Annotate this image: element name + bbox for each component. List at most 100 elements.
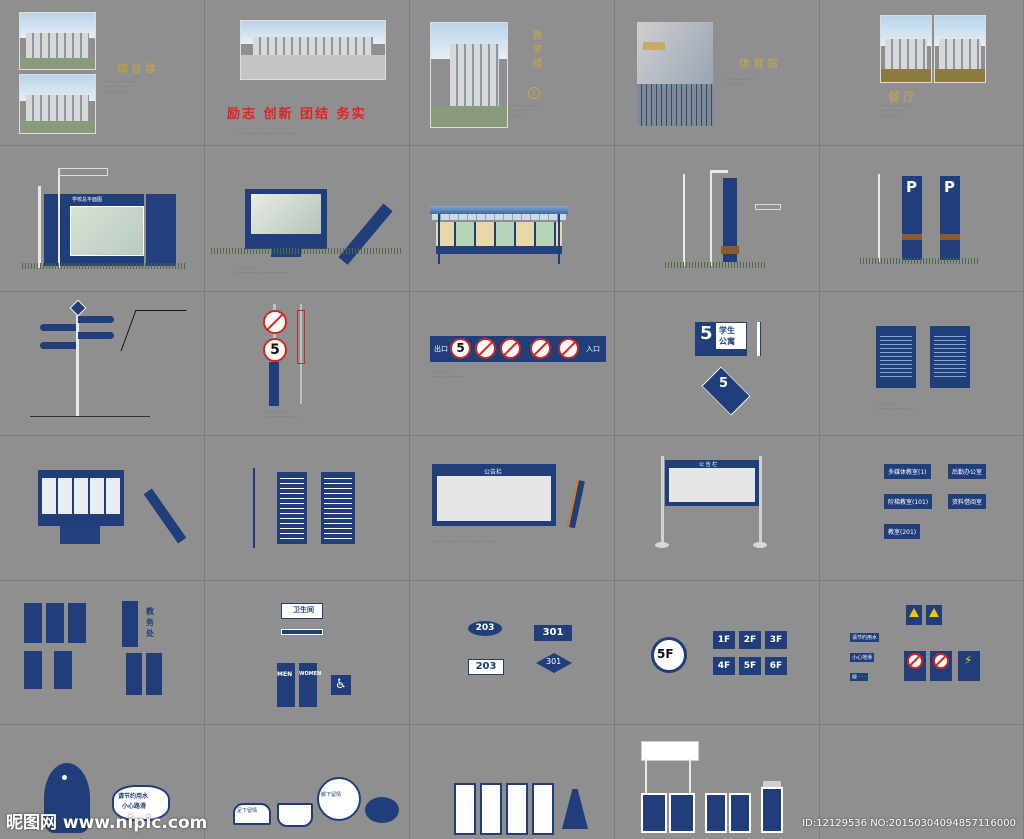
bulletin-post-right bbox=[759, 456, 762, 546]
standing-bulletin-inner bbox=[669, 468, 755, 502]
sign-pole bbox=[38, 186, 41, 268]
photo-complex-building-2 bbox=[19, 74, 96, 134]
photo-slogan-wall bbox=[240, 20, 386, 80]
photo-gymnasium bbox=[637, 22, 713, 126]
door-plate-multimedia: 多媒体教室(1) bbox=[884, 464, 931, 479]
a-frame-sign-1 bbox=[454, 783, 476, 835]
hanging-plate-4 bbox=[24, 651, 42, 689]
campus-map-image bbox=[70, 206, 144, 256]
bulletin-post-left bbox=[661, 456, 664, 546]
dept-char-2: 务 bbox=[146, 618, 154, 627]
bin-sign-plate bbox=[641, 741, 699, 761]
kiosk-side-view bbox=[338, 203, 393, 265]
slogan-text: 励志 创新 团结 务实 bbox=[227, 107, 367, 122]
kiosk-map bbox=[251, 194, 321, 234]
room-number-oval-203: 203 bbox=[468, 621, 502, 636]
dorm-diamond-sign bbox=[701, 366, 751, 416]
panel-gymnasium: 体育馆 · · · · · · · · · · · · · · · · · · ·… bbox=[615, 0, 820, 146]
spec-text: · · · · · · · · · · · · · · · · · · · · ·… bbox=[104, 80, 139, 94]
spec-text: · · · · · · · · · · · · · · · · · · · · ·… bbox=[235, 266, 290, 275]
parking-sign-1-band bbox=[902, 234, 922, 240]
shelter-roof bbox=[430, 206, 568, 214]
ground-line bbox=[30, 416, 150, 417]
floor-plate-1: 1F bbox=[713, 631, 735, 649]
trash-bin-1 bbox=[641, 793, 667, 833]
parking-letter-2: P bbox=[944, 178, 955, 196]
shelter-post bbox=[558, 214, 560, 264]
photo-complex-building-1 bbox=[19, 12, 96, 70]
panel-info-boards: · · · · · · · · · · · · · · · · · · · · ·… bbox=[820, 292, 1024, 436]
finger-arrow-4 bbox=[40, 342, 76, 349]
restroom-label: 卫生间 bbox=[293, 606, 314, 614]
gate-no-horn-sign bbox=[475, 338, 496, 359]
lawn-tip-1: 足下留情 bbox=[237, 808, 258, 814]
spec-text: · · · · · · · · · · · · · · · · · · · · ·… bbox=[876, 402, 915, 411]
dolphin-tip-1: 请节约用水 bbox=[118, 793, 149, 800]
hanging-plate-3 bbox=[68, 603, 86, 643]
shelter-post bbox=[438, 214, 440, 264]
parking-sign-2-band bbox=[940, 234, 960, 240]
panel-gate-sign-strip: 出口 5 入口 · · · · · · · · · · · · · · · · ·… bbox=[410, 292, 615, 436]
panel-directional-pillar bbox=[615, 146, 820, 292]
grass bbox=[22, 263, 187, 269]
panel-hanging-plates: 教 务 处 bbox=[0, 581, 205, 725]
speed-limit-sign: 5 bbox=[263, 338, 287, 362]
side-plate bbox=[755, 204, 781, 210]
lawn-cloud-sign bbox=[365, 797, 399, 823]
panel-lawn-signs: 足下留情 脚下留情 bbox=[205, 725, 410, 839]
grass bbox=[665, 262, 765, 268]
spec-text: · · · · · · · · · · · · · · · · · · · · ·… bbox=[725, 78, 756, 87]
panel-canteen: 餐厅 · · · · · · · · · · · · · · · · · · · … bbox=[820, 0, 1024, 146]
sign-pole bbox=[58, 168, 60, 268]
lawn-tip-2: 脚下留情 bbox=[321, 792, 342, 798]
photo-canteen-1 bbox=[880, 15, 932, 83]
dept-char-1: 教 bbox=[146, 607, 154, 616]
photo-teaching-building bbox=[430, 22, 508, 128]
exit-label: 出口 bbox=[434, 345, 448, 353]
lawn-book-sign bbox=[277, 803, 313, 827]
panel-door-plates: 多媒体教室(1) 后勤办公室 阶梯教室(101) 资料借阅室 教室(201) bbox=[820, 436, 1024, 581]
panel-trash-bins bbox=[615, 725, 820, 839]
panel-map-kiosk: · · · · · · · · · · · · · · · · · · · · ·… bbox=[205, 146, 410, 292]
info-board-1-content bbox=[880, 336, 912, 380]
hanging-plate-1 bbox=[24, 603, 42, 643]
lawn-tree-sign bbox=[317, 777, 361, 821]
pillar-top-bar bbox=[710, 170, 728, 173]
panel-notice-board: 公告栏 · · · · · · · · · · · · · · · · · · … bbox=[410, 436, 615, 581]
panel-standing-bulletin: 公 告 栏 bbox=[615, 436, 820, 581]
layout-sheet: 综合楼 · · · · · · · · · · · · · · · · · · ·… bbox=[0, 0, 1024, 839]
room-number-rect-301: 301 bbox=[534, 625, 572, 641]
notice-board-inner bbox=[437, 476, 551, 521]
post-base-left bbox=[655, 542, 669, 548]
floor-directory-2-rows bbox=[324, 478, 352, 540]
finger-arrow-1 bbox=[40, 324, 76, 331]
warning-triangle-1 bbox=[909, 608, 919, 617]
side-view-plates bbox=[297, 310, 305, 364]
finger-arrow-3 bbox=[78, 332, 114, 339]
tip-plate-3: ▨ · · · bbox=[850, 673, 869, 681]
panel-direction-fingerpost bbox=[0, 292, 205, 436]
panel-directory-board bbox=[0, 436, 205, 581]
tip-plate-1: 请节约用水 bbox=[850, 633, 880, 642]
shelter-roof-glass bbox=[432, 214, 566, 220]
panel-title: 综合楼 bbox=[117, 62, 159, 75]
warning-triangle-2 bbox=[929, 608, 939, 617]
dorm-number: 5 bbox=[700, 323, 713, 344]
pole-base bbox=[269, 362, 279, 406]
panel-warning-signs: 请节约用水 小心地滑 ▨ · · · ⚡ bbox=[820, 581, 1024, 725]
electric-icon: ⚡ bbox=[964, 653, 973, 667]
pillar-frame bbox=[710, 172, 712, 266]
room-number-diamond-text: 301 bbox=[546, 657, 562, 666]
panel-complex-building: 综合楼 · · · · · · · · · · · · · · · · · · ·… bbox=[0, 0, 205, 146]
spec-text: · · · · · · · · · · · · · · · · · · · · ·… bbox=[510, 104, 541, 118]
floor-directory-1-rows bbox=[280, 478, 304, 540]
panel-traffic-sign-pole: 5 · · · · · · · · · · · · · · · · · · · ·… bbox=[205, 292, 410, 436]
panel-title: 教学楼 bbox=[530, 30, 541, 72]
floor-badge-5f-text: 5F bbox=[657, 647, 674, 661]
directory-stand bbox=[60, 526, 100, 544]
door-plate-library: 资料借阅室 bbox=[948, 494, 987, 509]
spec-text: · · · · · · · · · · · · · · · · · · · · ·… bbox=[265, 410, 300, 419]
bin-sign-post bbox=[689, 759, 691, 795]
a-frame-sign-3 bbox=[506, 783, 528, 835]
finger-arrow-2 bbox=[78, 316, 114, 323]
